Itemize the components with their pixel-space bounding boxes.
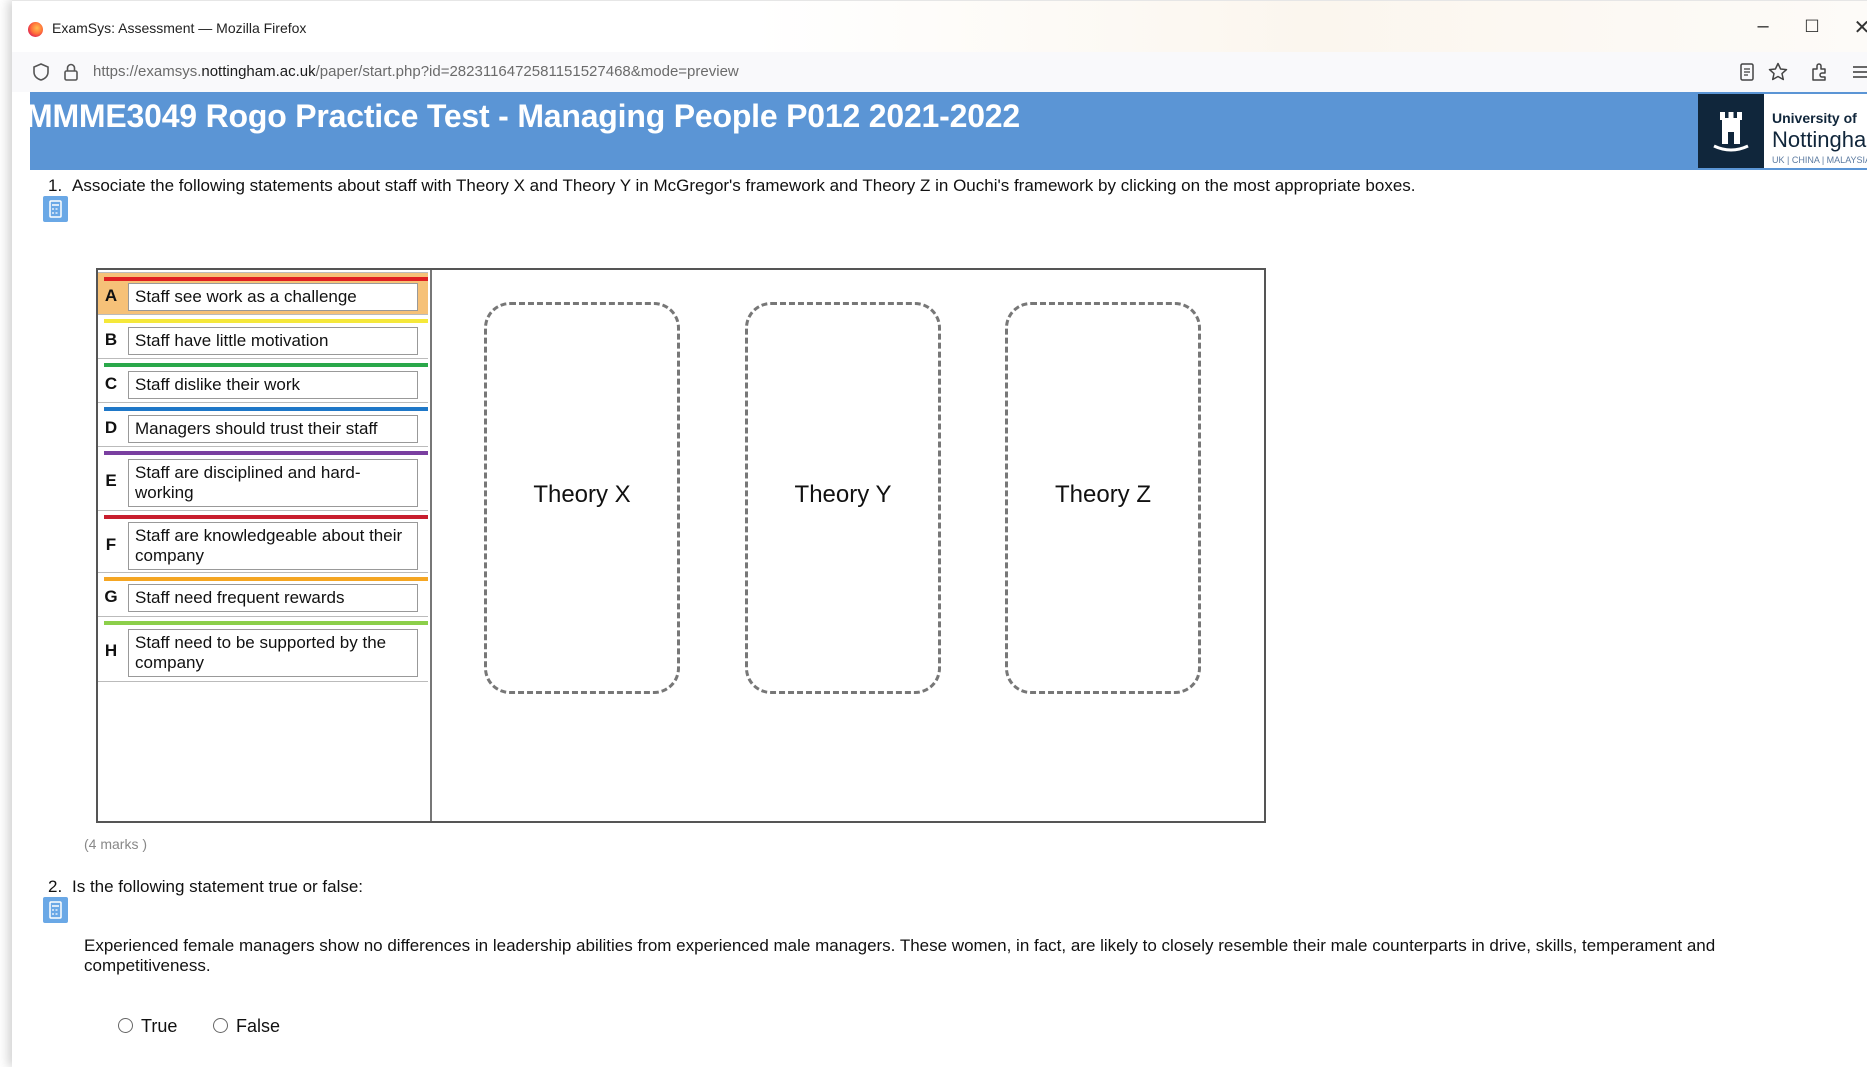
statement-item-b[interactable]: B Staff have little motivation: [98, 314, 428, 359]
item-text: Staff need to be supported by the compan…: [128, 629, 418, 677]
item-text: Staff are disciplined and hard-working: [128, 459, 418, 507]
drop-zone-theory-z[interactable]: Theory Z: [1005, 302, 1201, 694]
statement-item-d[interactable]: D Managers should trust their staff: [98, 402, 428, 447]
item-color-bar: [104, 319, 428, 323]
statement-item-h[interactable]: H Staff need to be supported by the comp…: [98, 616, 428, 682]
item-text: Staff have little motivation: [128, 327, 418, 355]
logo-line2: Nottingham: [1772, 127, 1867, 152]
bookmark-star-icon[interactable]: [1766, 60, 1790, 84]
close-button[interactable]: ✕: [1842, 15, 1867, 40]
maximize-button[interactable]: ☐: [1792, 17, 1832, 37]
statement-item-c[interactable]: C Staff dislike their work: [98, 358, 428, 403]
university-logo: University of Nottingham UK | CHINA | MA…: [1698, 94, 1867, 168]
item-letter: G: [104, 587, 118, 606]
extensions-icon[interactable]: [1808, 60, 1832, 84]
address-bar: https://examsys.nottingham.ac.uk/paper/s…: [12, 52, 1867, 92]
statement-item-f[interactable]: F Staff are knowledgeable about their co…: [98, 510, 428, 573]
item-color-bar: [104, 577, 428, 581]
page-title: MMME3049 Rogo Practice Test - Managing P…: [26, 98, 1021, 134]
item-color-bar: [104, 277, 428, 281]
item-text: Staff see work as a challenge: [128, 283, 418, 311]
window-title: ExamSys: Assessment — Mozilla Firefox: [52, 20, 307, 36]
item-letter: A: [104, 286, 118, 305]
item-text: Staff need frequent rewards: [128, 584, 418, 612]
browser-window: ExamSys: Assessment — Mozilla Firefox – …: [12, 0, 1867, 1067]
lock-icon[interactable]: [60, 61, 82, 83]
url-path: /paper/start.php?id=28231164725811515274…: [315, 63, 739, 80]
minimize-button[interactable]: –: [1743, 15, 1783, 38]
statement-item-a[interactable]: A Staff see work as a challenge: [98, 272, 428, 315]
tracking-shield-icon[interactable]: [30, 61, 52, 83]
drop-zone-label: Theory X: [533, 481, 631, 508]
statement-item-g[interactable]: G Staff need frequent rewards: [98, 572, 428, 617]
logo-line3: UK | CHINA | MALAYSIA: [1772, 155, 1867, 165]
item-color-bar: [104, 407, 428, 411]
item-text: Staff are knowledgeable about their comp…: [128, 522, 418, 570]
drop-zone-theory-y[interactable]: Theory Y: [745, 302, 941, 694]
item-letter: D: [104, 418, 118, 437]
url-prefix: https://examsys.: [93, 63, 202, 80]
drop-zone-theory-x[interactable]: Theory X: [484, 302, 680, 694]
url-domain: nottingham.ac.uk: [201, 63, 316, 80]
crest-icon: [1698, 94, 1764, 168]
option-false[interactable]: False: [213, 1016, 280, 1037]
page-header: MMME3049 Rogo Practice Test - Managing P…: [26, 92, 1867, 170]
item-letter: B: [104, 330, 118, 349]
menu-icon[interactable]: [1848, 60, 1867, 84]
item-color-bar: [104, 451, 428, 455]
item-text: Staff dislike their work: [128, 371, 418, 399]
item-letter: E: [105, 471, 117, 490]
question-1-text: Associate the following statements about…: [72, 176, 1416, 195]
firefox-logo-icon: [28, 22, 43, 37]
question-1-marks: (4 marks ): [84, 836, 147, 852]
question-2-number: 2.: [48, 877, 63, 896]
drop-zone-label: Theory Y: [794, 481, 892, 508]
drag-drop-area: A Staff see work as a challenge B Staff …: [96, 268, 1266, 823]
item-color-bar: [104, 515, 428, 519]
option-label: True: [141, 1016, 178, 1036]
calculator-icon[interactable]: [43, 196, 68, 222]
logo-line1: University of: [1772, 110, 1857, 126]
item-color-bar: [104, 621, 428, 625]
question-2-text: Is the following statement true or false…: [72, 877, 364, 896]
item-letter: C: [104, 374, 118, 393]
option-label: False: [236, 1016, 281, 1036]
radio-button[interactable]: [213, 1018, 228, 1033]
statement-list: A Staff see work as a challenge B Staff …: [98, 270, 432, 821]
calculator-icon[interactable]: [43, 897, 68, 923]
question-1-number: 1.: [48, 176, 63, 195]
radio-button[interactable]: [118, 1018, 133, 1033]
url-field[interactable]: https://examsys.nottingham.ac.uk/paper/s…: [93, 63, 739, 80]
reader-view-icon[interactable]: [1735, 60, 1759, 84]
item-color-bar: [104, 363, 428, 367]
item-letter: F: [105, 535, 117, 554]
question-2-statement: Experienced female managers show no diff…: [84, 936, 1716, 975]
item-letter: H: [104, 641, 118, 660]
option-true[interactable]: True: [118, 1016, 177, 1037]
item-text: Managers should trust their staff: [128, 415, 418, 443]
drop-zone-label: Theory Z: [1054, 481, 1152, 508]
title-bar: ExamSys: Assessment — Mozilla Firefox – …: [12, 0, 1867, 59]
statement-item-e[interactable]: E Staff are disciplined and hard-working: [98, 446, 428, 511]
